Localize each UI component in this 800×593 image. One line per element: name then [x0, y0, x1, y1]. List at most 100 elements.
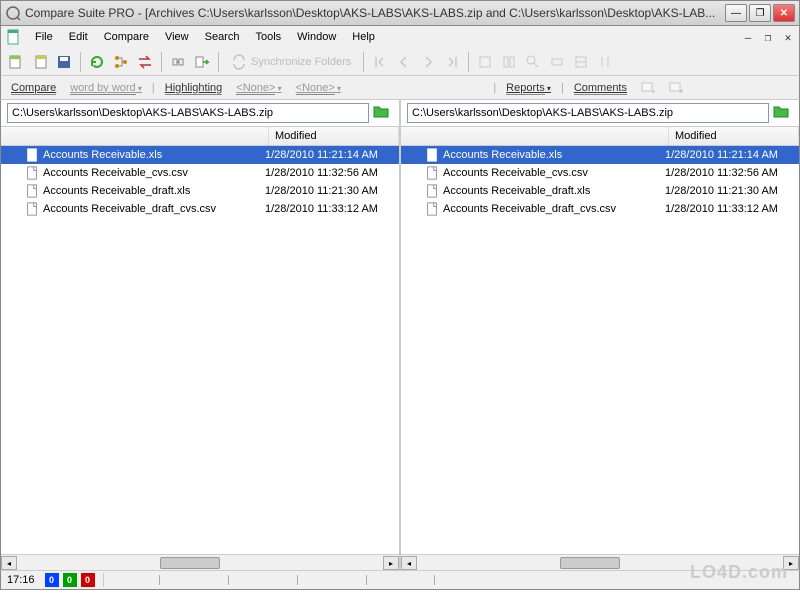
opt-none2[interactable]: <None> — [292, 80, 345, 96]
maximize-button[interactable]: ❐ — [749, 4, 771, 22]
opt-word-by-word[interactable]: word by word — [66, 80, 146, 96]
file-row[interactable]: Accounts Receivable_draft.xls1/28/2010 1… — [401, 182, 799, 200]
file-row[interactable]: Accounts Receivable_draft_cvs.csv1/28/20… — [401, 200, 799, 218]
file-row[interactable]: Accounts Receivable_cvs.csv1/28/2010 11:… — [401, 164, 799, 182]
file-name: Accounts Receivable.xls — [443, 149, 665, 161]
status-ticks — [103, 573, 793, 587]
nav3-button — [522, 51, 544, 73]
right-list-header: Modified — [401, 126, 799, 146]
diff-blue-count: 0 — [45, 573, 59, 587]
diff-red-count: 0 — [81, 573, 95, 587]
file-row[interactable]: Accounts Receivable_draft.xls1/28/2010 1… — [1, 182, 399, 200]
left-pane: Modified Accounts Receivable.xls1/28/201… — [1, 100, 401, 570]
menu-compare[interactable]: Compare — [96, 29, 157, 45]
file-modified: 1/28/2010 11:21:30 AM — [265, 185, 395, 197]
opt-compare[interactable]: Compare — [7, 80, 60, 96]
new-left-button[interactable] — [5, 51, 27, 73]
document-icon — [5, 29, 21, 45]
right-col-name[interactable] — [401, 127, 669, 145]
right-col-modified[interactable]: Modified — [669, 127, 799, 145]
nav2-button — [498, 51, 520, 73]
scroll-right-icon[interactable]: ▸ — [783, 556, 799, 570]
file-row[interactable]: Accounts Receivable_cvs.csv1/28/2010 11:… — [1, 164, 399, 182]
menubar: File Edit Compare View Search Tools Wind… — [0, 26, 800, 48]
menu-edit[interactable]: Edit — [61, 29, 96, 45]
app-icon — [5, 5, 21, 21]
next-diff-button — [417, 51, 439, 73]
nav6-button — [594, 51, 616, 73]
file-modified: 1/28/2010 11:21:30 AM — [665, 185, 795, 197]
copy-to-button[interactable] — [191, 51, 213, 73]
left-folder-button[interactable] — [373, 103, 393, 123]
right-folder-button[interactable] — [773, 103, 793, 123]
left-file-list[interactable]: Accounts Receivable.xls1/28/2010 11:21:1… — [1, 146, 399, 554]
menu-tools[interactable]: Tools — [247, 29, 289, 45]
menu-view[interactable]: View — [157, 29, 197, 45]
left-path-input[interactable] — [7, 103, 369, 123]
new-right-button[interactable] — [29, 51, 51, 73]
scroll-left-icon[interactable]: ◂ — [401, 556, 417, 570]
file-name: Accounts Receivable_draft_cvs.csv — [443, 203, 665, 215]
menu-file[interactable]: File — [27, 29, 61, 45]
file-row[interactable]: Accounts Receivable_draft_cvs.csv1/28/20… — [1, 200, 399, 218]
close-button[interactable]: ✕ — [773, 4, 795, 22]
left-list-header: Modified — [1, 126, 399, 146]
mdi-restore[interactable]: ❐ — [761, 30, 775, 44]
right-path-input[interactable] — [407, 103, 769, 123]
menu-help[interactable]: Help — [344, 29, 383, 45]
sync-folders-label: Synchronize Folders — [251, 56, 351, 68]
opt-comments[interactable]: Comments — [570, 80, 631, 96]
refresh-button[interactable] — [86, 51, 108, 73]
file-name: Accounts Receivable_draft_cvs.csv — [43, 203, 265, 215]
file-modified: 1/28/2010 11:33:12 AM — [265, 203, 395, 215]
titlebar: Compare Suite PRO - [Archives C:\Users\k… — [0, 0, 800, 26]
window-title: Compare Suite PRO - [Archives C:\Users\k… — [25, 6, 725, 20]
file-icon — [25, 184, 39, 198]
options-bar: Compare word by word | Highlighting <Non… — [0, 76, 800, 100]
link-button[interactable] — [167, 51, 189, 73]
save-button[interactable] — [53, 51, 75, 73]
file-name: Accounts Receivable_cvs.csv — [43, 167, 265, 179]
file-icon — [25, 166, 39, 180]
left-col-name[interactable] — [1, 127, 269, 145]
comment-add-button: + — [637, 77, 659, 99]
scroll-left-icon[interactable]: ◂ — [1, 556, 17, 570]
tree-button[interactable] — [110, 51, 132, 73]
file-icon — [425, 202, 439, 216]
swap-button[interactable] — [134, 51, 156, 73]
right-pane: Modified Accounts Receivable.xls1/28/201… — [401, 100, 799, 570]
panes-container: Modified Accounts Receivable.xls1/28/201… — [0, 100, 800, 570]
toolbar: Synchronize Folders — [0, 48, 800, 76]
right-scrollbar[interactable]: ◂ ▸ — [401, 554, 799, 570]
diff-green-count: 0 — [63, 573, 77, 587]
mdi-minimize[interactable]: – — [741, 30, 755, 44]
file-name: Accounts Receivable_cvs.csv — [443, 167, 665, 179]
file-name: Accounts Receivable_draft.xls — [43, 185, 265, 197]
file-modified: 1/28/2010 11:21:14 AM — [665, 149, 795, 161]
left-scrollbar[interactable]: ◂ ▸ — [1, 554, 399, 570]
opt-none1[interactable]: <None> — [232, 80, 285, 96]
svg-text:+: + — [651, 87, 656, 96]
minimize-button[interactable]: — — [725, 4, 747, 22]
scroll-thumb[interactable] — [560, 557, 620, 569]
first-diff-button — [369, 51, 391, 73]
opt-reports[interactable]: Reports — [502, 80, 555, 96]
mdi-close[interactable]: ✕ — [781, 30, 795, 44]
left-col-modified[interactable]: Modified — [269, 127, 399, 145]
scroll-right-icon[interactable]: ▸ — [383, 556, 399, 570]
file-row[interactable]: Accounts Receivable.xls1/28/2010 11:21:1… — [401, 146, 799, 164]
statusbar: 17:16 0 0 0 — [0, 570, 800, 590]
file-modified: 1/28/2010 11:33:12 AM — [665, 203, 795, 215]
scroll-thumb[interactable] — [160, 557, 220, 569]
file-name: Accounts Receivable.xls — [43, 149, 265, 161]
sync-folders-button: Synchronize Folders — [224, 51, 358, 73]
file-icon — [425, 148, 439, 162]
comment-del-button: × — [665, 77, 687, 99]
file-row[interactable]: Accounts Receivable.xls1/28/2010 11:21:1… — [1, 146, 399, 164]
opt-highlighting[interactable]: Highlighting — [161, 80, 226, 96]
right-file-list[interactable]: Accounts Receivable.xls1/28/2010 11:21:1… — [401, 146, 799, 554]
menu-search[interactable]: Search — [197, 29, 248, 45]
file-modified: 1/28/2010 11:32:56 AM — [665, 167, 795, 179]
nav1-button — [474, 51, 496, 73]
menu-window[interactable]: Window — [289, 29, 344, 45]
